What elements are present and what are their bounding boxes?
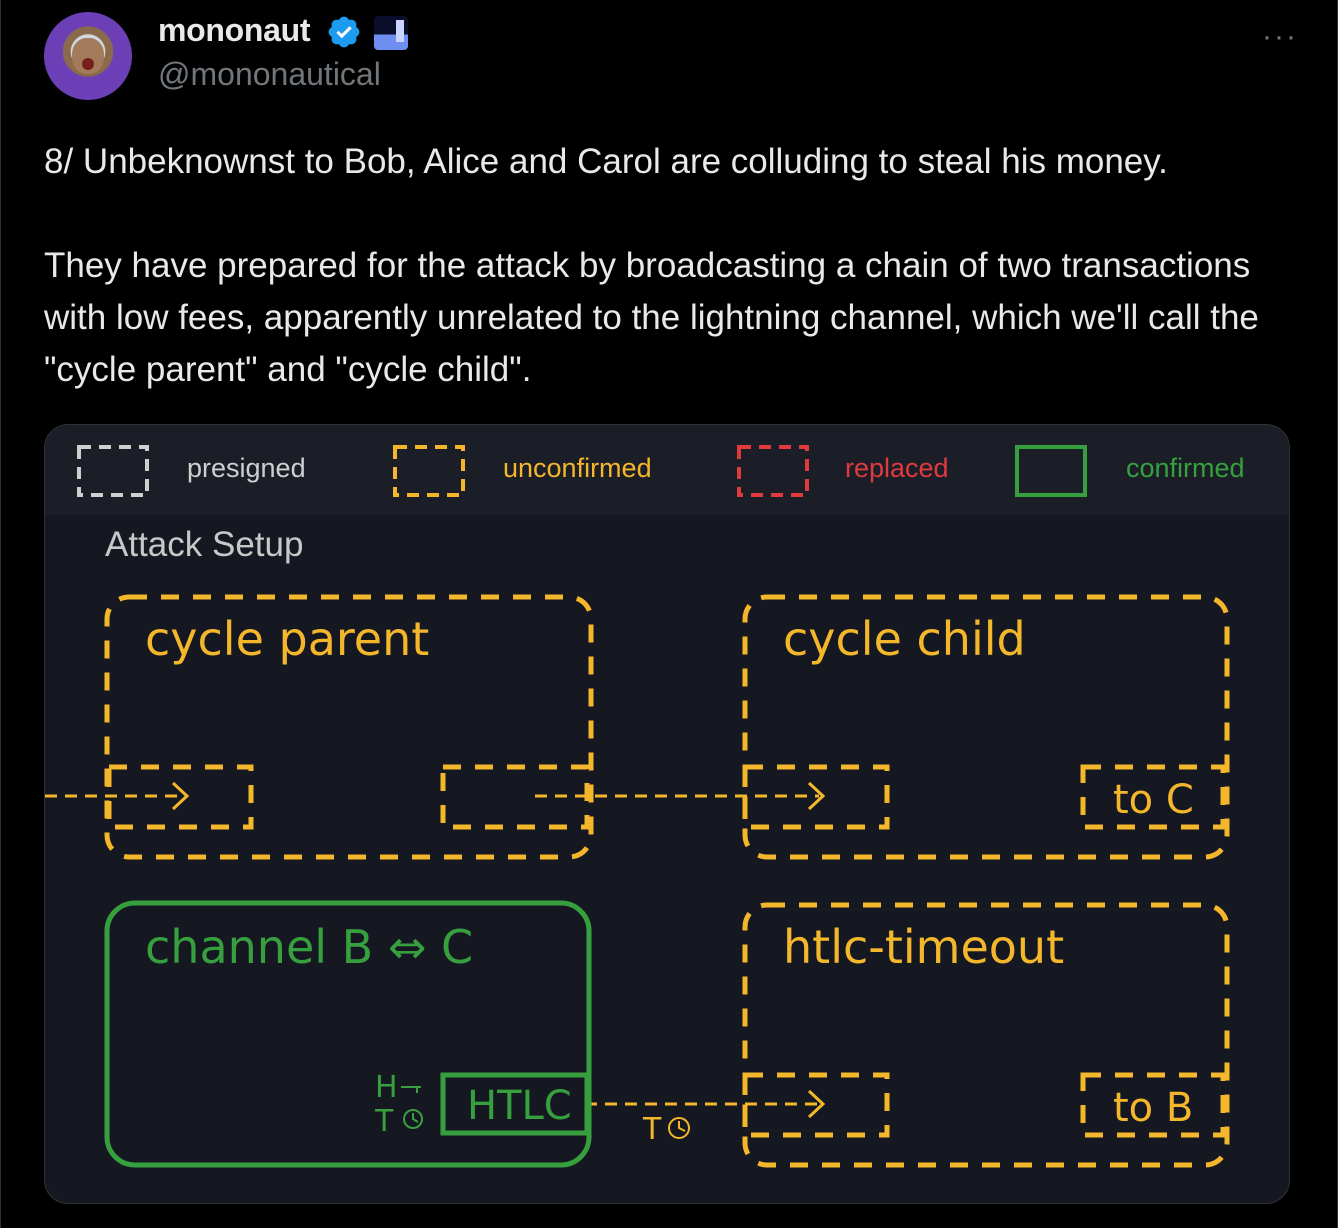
timeline-border-left: [0, 0, 1, 1228]
affiliate-badge-icon: [374, 16, 408, 50]
cycle-parent-label: cycle parent: [145, 612, 429, 666]
verified-badge-icon: [328, 16, 360, 48]
tweet-media-image[interactable]: presigned unconfirmed replaced confirmed…: [44, 424, 1290, 1204]
htlc-label: HTLC: [467, 1083, 572, 1129]
cycle-child-label: cycle child: [783, 612, 1026, 666]
author-display-name[interactable]: mononaut: [158, 12, 311, 49]
avatar[interactable]: [44, 12, 132, 100]
htlc-timeout-label: htlc-timeout: [783, 920, 1064, 974]
attack-setup-diagram: cycle parent cycle child to C channel B …: [45, 594, 1230, 1168]
more-options-icon[interactable]: ···: [1262, 20, 1298, 54]
to-b-label: to B: [1113, 1085, 1193, 1131]
timeout-arrow-label: T: [642, 1112, 662, 1147]
to-c-label: to C: [1113, 777, 1194, 823]
time-lock-label: T: [374, 1104, 394, 1139]
channel-label: channel B ⇔ C: [145, 920, 473, 974]
avatar-mouth: [82, 58, 94, 70]
hash-lock-label: H: [375, 1070, 398, 1105]
author-handle[interactable]: @mononautical: [158, 56, 381, 93]
tweet-text: 8/ Unbeknownst to Bob, Alice and Carol a…: [44, 142, 1259, 389]
